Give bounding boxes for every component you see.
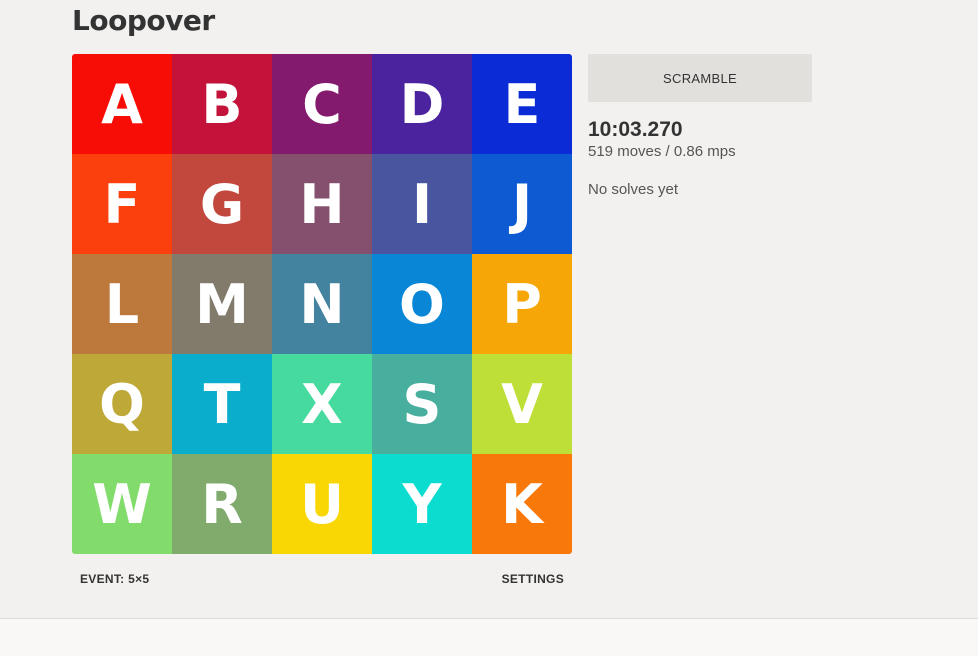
settings-button[interactable]: SETTINGS (502, 572, 564, 586)
tile-w[interactable]: W (72, 454, 172, 554)
tile-h[interactable]: H (272, 154, 372, 254)
tile-o[interactable]: O (372, 254, 472, 354)
tile-i[interactable]: I (372, 154, 472, 254)
moves-counter: 519 moves / 0.86 mps (588, 143, 736, 160)
event-selector[interactable]: EVENT: 5×5 (80, 572, 149, 586)
tile-u[interactable]: U (272, 454, 372, 554)
tile-t[interactable]: T (172, 354, 272, 454)
puzzle-board[interactable]: ABCDE FGHIJ LMNOP QTXSV WRUYK (72, 54, 572, 554)
tile-x[interactable]: X (272, 354, 372, 454)
tile-c[interactable]: C (272, 54, 372, 154)
tile-b[interactable]: B (172, 54, 272, 154)
app-title: Loopover (72, 4, 215, 37)
tile-j[interactable]: J (472, 154, 572, 254)
tile-y[interactable]: Y (372, 454, 472, 554)
tile-p[interactable]: P (472, 254, 572, 354)
board-footer: EVENT: 5×5 SETTINGS (72, 572, 572, 588)
tile-s[interactable]: S (372, 354, 472, 454)
loopover-page: Loopover ABCDE FGHIJ LMNOP QTXSV WRUYK EVENT… (0, 0, 978, 656)
tile-r[interactable]: R (172, 454, 272, 554)
side-panel: SCRAMBLE 10:03.270 519 moves / 0.86 mps … (588, 54, 812, 200)
tile-v[interactable]: V (472, 354, 572, 454)
tile-g[interactable]: G (172, 154, 272, 254)
tile-l[interactable]: L (72, 254, 172, 354)
timer-display: 10:03.270 (588, 118, 683, 141)
tile-m[interactable]: M (172, 254, 272, 354)
tile-f[interactable]: F (72, 154, 172, 254)
solves-list: No solves yet (588, 181, 679, 198)
tile-e[interactable]: E (472, 54, 572, 154)
tile-n[interactable]: N (272, 254, 372, 354)
tile-k[interactable]: K (472, 454, 572, 554)
tile-q[interactable]: Q (72, 354, 172, 454)
bottom-bar (0, 618, 978, 656)
tile-d[interactable]: D (372, 54, 472, 154)
tile-a[interactable]: A (72, 54, 172, 154)
scramble-button[interactable]: SCRAMBLE (588, 54, 812, 102)
